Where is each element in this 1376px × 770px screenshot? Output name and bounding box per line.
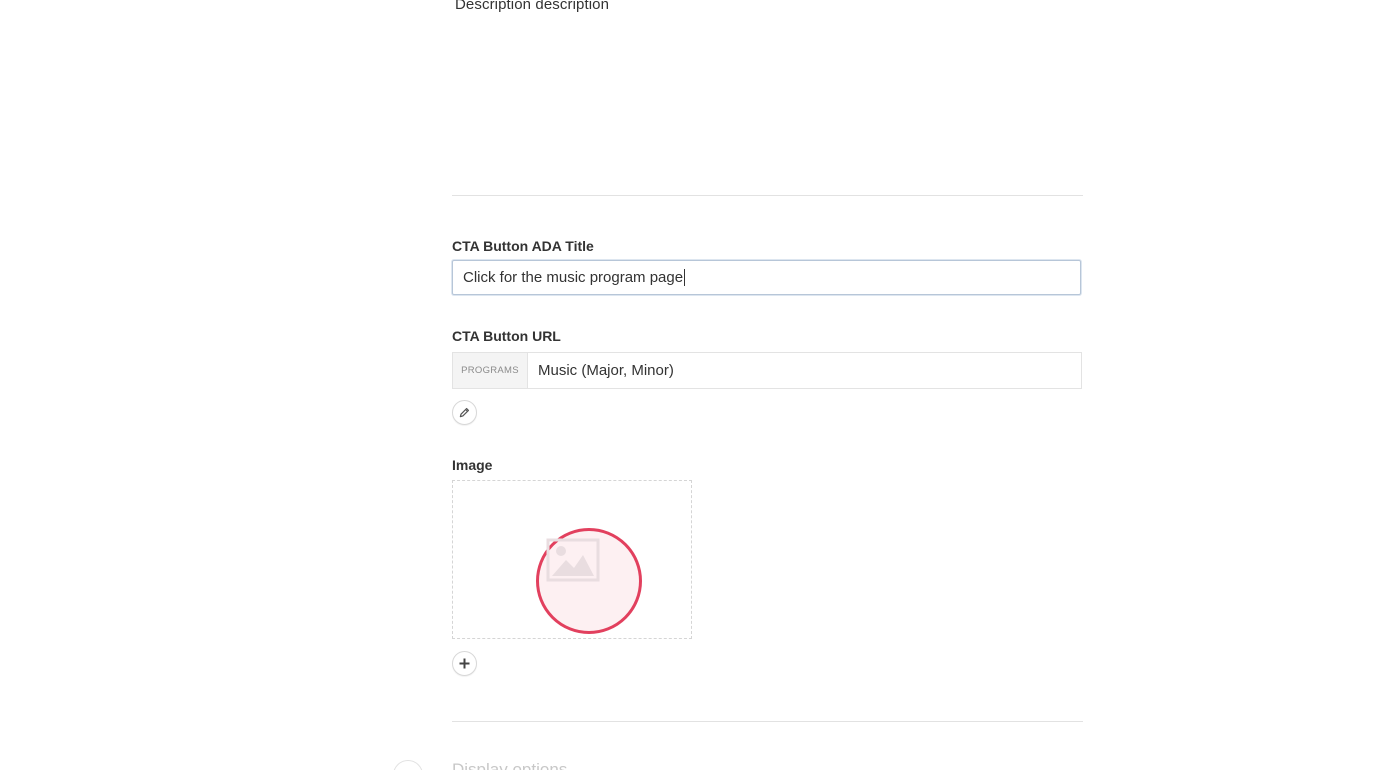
cta-title-input[interactable]: Click for the music program page xyxy=(452,260,1081,295)
text-caret xyxy=(684,269,686,286)
plus-icon xyxy=(459,658,470,669)
section-toggle-icon[interactable] xyxy=(393,760,423,770)
image-drop-zone[interactable] xyxy=(452,480,692,639)
edit-link-button[interactable] xyxy=(452,400,477,425)
image-label: Image xyxy=(452,457,493,473)
section-divider xyxy=(452,195,1083,196)
cta-title-label: CTA Button ADA Title xyxy=(452,238,594,254)
cta-url-label: CTA Button URL xyxy=(452,328,561,344)
url-type-badge: PROGRAMS xyxy=(453,353,528,388)
page: Description description CTA Button ADA T… xyxy=(0,0,1376,770)
section-divider xyxy=(452,721,1083,722)
next-section-label[interactable]: Display options xyxy=(452,760,567,770)
cta-title-value: Click for the music program page xyxy=(463,269,684,286)
pencil-icon xyxy=(459,407,470,418)
url-value[interactable]: Music (Major, Minor) xyxy=(528,353,674,388)
add-image-button[interactable] xyxy=(452,651,477,676)
image-placeholder-icon xyxy=(546,538,600,582)
cta-url-field[interactable]: PROGRAMS Music (Major, Minor) xyxy=(452,352,1082,389)
description-text[interactable]: Description description xyxy=(455,0,609,13)
